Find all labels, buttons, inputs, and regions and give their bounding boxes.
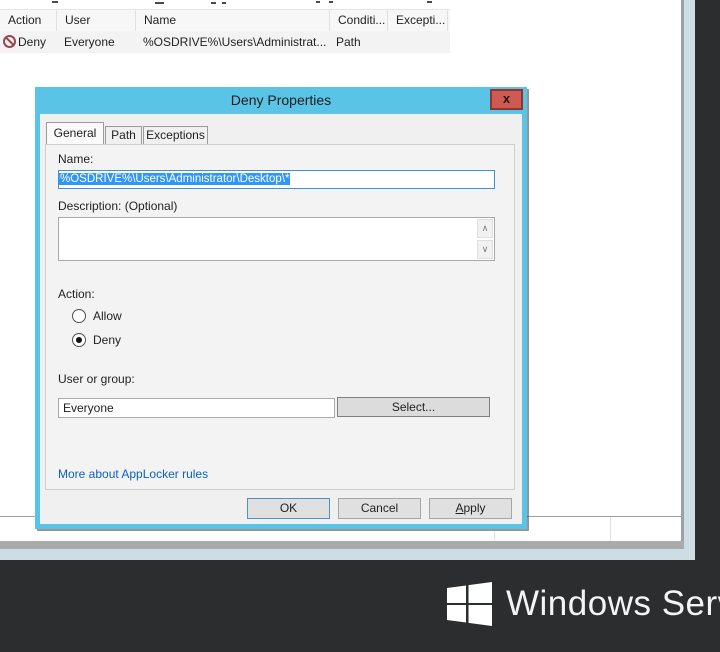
dialog-title-bar[interactable]: Deny Properties x <box>35 87 527 114</box>
clipped-row-artifact <box>427 1 432 3</box>
clipped-row-artifact <box>329 1 333 3</box>
column-header-user[interactable]: User <box>57 10 136 31</box>
column-header-conditions[interactable]: Conditi... <box>330 10 388 31</box>
dialog-body: General Path Exceptions Name: %OSDRIVE%\… <box>40 114 522 524</box>
ok-button[interactable]: OK <box>247 498 330 519</box>
user-or-group-label: User or group: <box>58 372 135 386</box>
applocker-help-link[interactable]: More about AppLocker rules <box>58 467 208 481</box>
radio-allow[interactable]: Allow <box>72 309 122 323</box>
window-shadow-bottom <box>0 541 684 549</box>
column-header-action[interactable]: Action <box>0 10 57 31</box>
clipped-row-artifact <box>52 1 58 3</box>
tab-exceptions[interactable]: Exceptions <box>143 126 208 144</box>
description-label: Description: (Optional) <box>58 199 178 213</box>
description-input[interactable]: ∧ ∨ <box>58 217 495 261</box>
radio-allow-label: Allow <box>93 309 122 323</box>
close-icon: x <box>502 91 511 106</box>
clipped-row-artifact <box>316 1 320 3</box>
windows-logo-icon <box>447 582 492 626</box>
column-header-exceptions[interactable]: Excepti... <box>388 10 448 31</box>
scroll-down-button[interactable]: ∨ <box>477 240 493 259</box>
dialog-title: Deny Properties <box>230 92 332 108</box>
name-input[interactable]: %OSDRIVE%\Users\Administrator\Desktop\* <box>58 170 495 189</box>
action-label: Action: <box>58 287 95 301</box>
clipped-row-artifact <box>211 2 216 4</box>
windows-server-wordmark: Windows Server <box>506 584 720 623</box>
rule-list-row-deny[interactable]: Deny Everyone %OSDRIVE%\Users\Administra… <box>0 31 450 53</box>
chevron-down-icon: ∨ <box>481 244 489 254</box>
scroll-up-button[interactable]: ∧ <box>477 219 493 238</box>
tab-general[interactable]: General <box>46 122 104 144</box>
deny-icon <box>3 35 16 48</box>
rule-name-cell: %OSDRIVE%\Users\Administrat... <box>143 35 327 49</box>
clipped-row-artifact <box>155 2 164 4</box>
select-button[interactable]: Select... <box>337 397 490 417</box>
general-tab-page: Name: %OSDRIVE%\Users\Administrator\Desk… <box>45 144 515 490</box>
rule-condition-cell: Path <box>336 35 361 49</box>
close-button[interactable]: x <box>490 89 523 110</box>
radio-deny-circle[interactable] <box>72 333 86 347</box>
deny-properties-dialog: Deny Properties x General Path Exception… <box>35 87 527 529</box>
rule-list-header: Action User Name Conditi... Excepti... <box>0 9 450 32</box>
radio-allow-circle[interactable] <box>72 309 86 323</box>
panel-column-line <box>610 517 611 541</box>
windows-server-branding: Windows Server <box>447 582 720 626</box>
chevron-up-icon: ∧ <box>481 223 489 233</box>
apply-button-label: Apply <box>455 501 486 515</box>
radio-deny[interactable]: Deny <box>72 333 121 347</box>
rule-user-cell: Everyone <box>64 35 115 49</box>
cancel-button[interactable]: Cancel <box>338 498 421 519</box>
radio-deny-label: Deny <box>93 333 122 347</box>
window-chrome-bottom <box>0 549 695 560</box>
window-chrome-right <box>684 0 695 560</box>
clipped-row-artifact <box>222 2 226 4</box>
rule-action-cell: Deny <box>18 35 47 49</box>
column-header-name[interactable]: Name <box>136 10 330 31</box>
tab-path[interactable]: Path <box>105 126 142 144</box>
user-or-group-input[interactable]: Everyone <box>58 398 335 418</box>
apply-button[interactable]: Apply <box>429 498 512 519</box>
name-label: Name: <box>58 152 94 166</box>
name-input-selected-text: %OSDRIVE%\Users\Administrator\Desktop\* <box>59 173 291 185</box>
